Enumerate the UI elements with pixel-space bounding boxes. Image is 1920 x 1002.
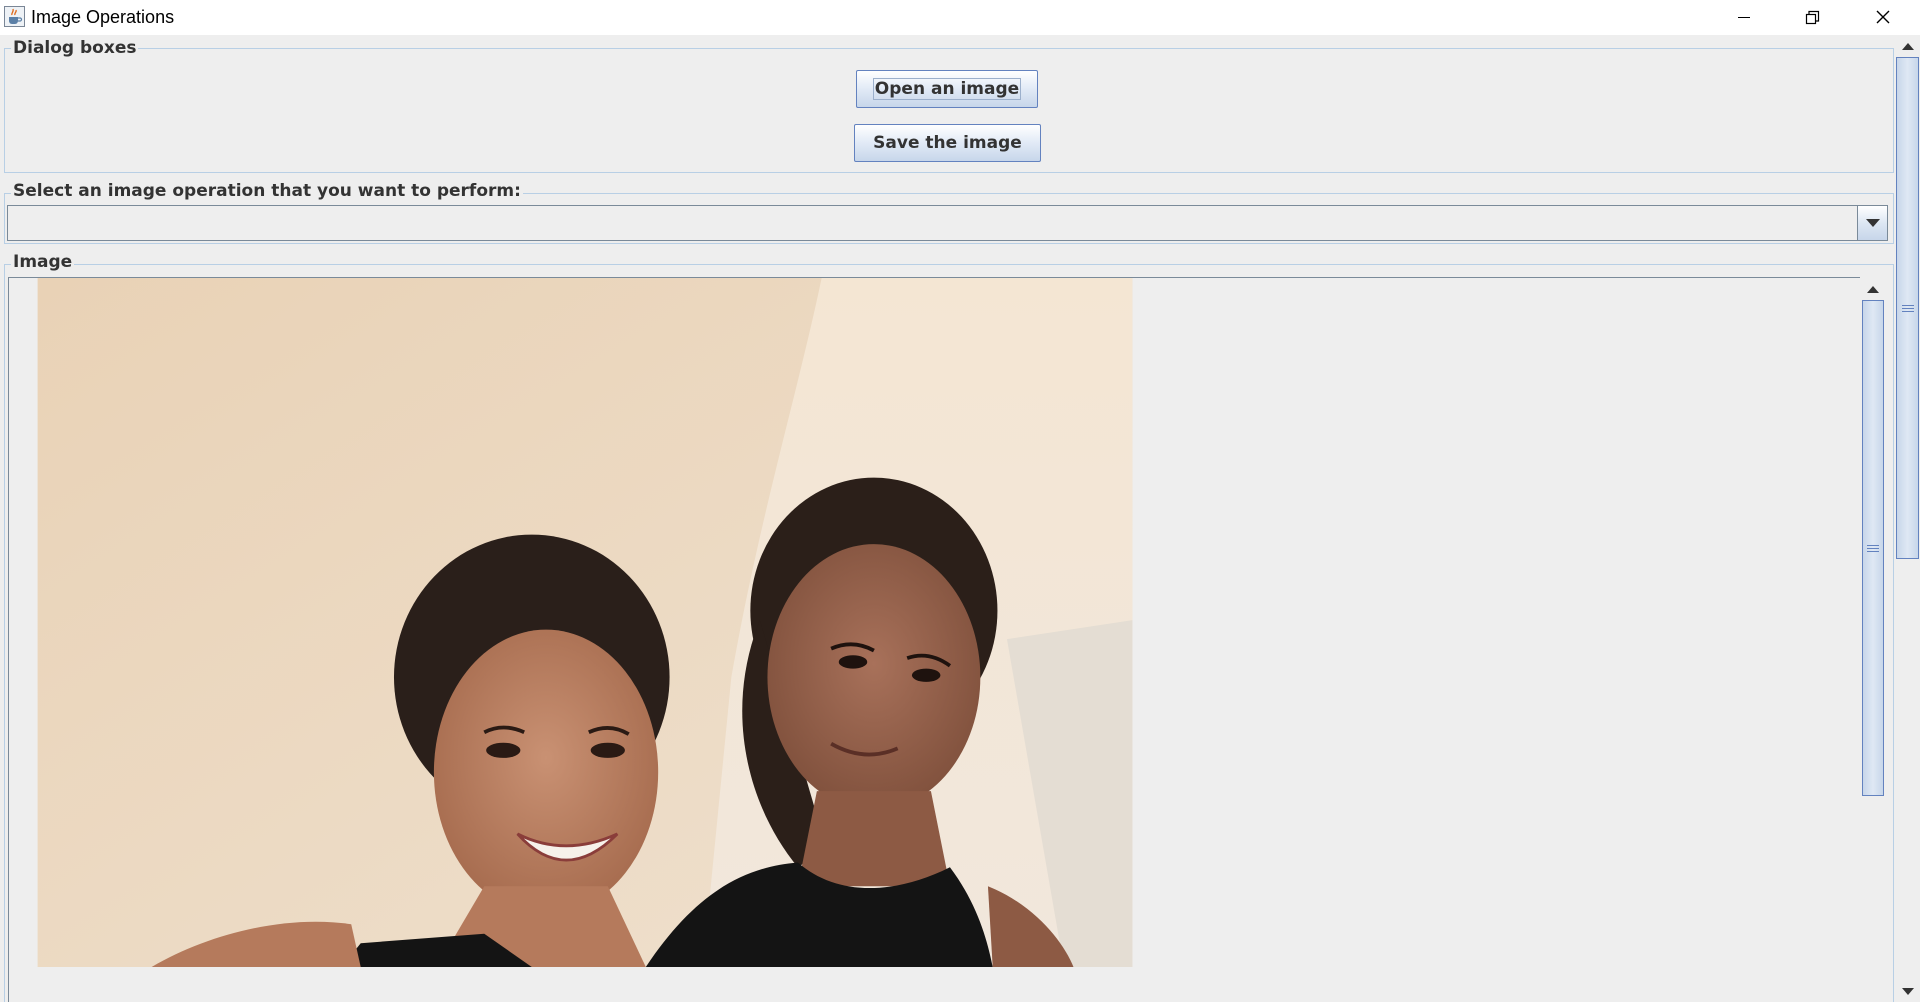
dropdown-button[interactable] <box>1857 206 1887 240</box>
window-vertical-scrollbar[interactable] <box>1895 35 1920 1002</box>
minimize-button[interactable] <box>1709 0 1779 34</box>
photo-image <box>37 278 1133 967</box>
save-image-label: Save the image <box>873 133 1022 153</box>
grip-icon <box>1867 544 1879 552</box>
outer-scroll-up-button[interactable] <box>1895 35 1920 57</box>
client-area: Dialog boxes Open an image Save the imag… <box>0 35 1920 1002</box>
restore-icon <box>1805 10 1820 25</box>
chevron-down-icon <box>1865 219 1880 227</box>
title-bar: Image Operations <box>0 0 1920 36</box>
close-icon <box>1876 10 1890 24</box>
scroll-up-button[interactable] <box>1861 278 1885 300</box>
open-image-label: Open an image <box>872 78 1022 100</box>
save-image-button[interactable]: Save the image <box>854 124 1041 162</box>
arrow-down-icon <box>1901 987 1914 995</box>
content-panel: Dialog boxes Open an image Save the imag… <box>0 35 1895 1002</box>
close-button[interactable] <box>1848 0 1918 34</box>
dialog-boxes-title: Dialog boxes <box>11 38 139 58</box>
image-vertical-scrollbar[interactable] <box>1861 278 1885 1002</box>
image-viewport <box>8 277 1860 1002</box>
scroll-thumb[interactable] <box>1862 300 1884 796</box>
operation-prompt: Select an image operation that you want … <box>11 181 523 201</box>
image-panel-title: Image <box>11 252 75 272</box>
java-cup-icon[interactable] <box>4 6 25 27</box>
outer-scroll-thumb[interactable] <box>1896 57 1919 559</box>
open-image-button[interactable]: Open an image <box>856 70 1038 108</box>
window-title: Image Operations <box>31 7 175 27</box>
outer-scroll-down-button[interactable] <box>1895 980 1920 1002</box>
restore-button[interactable] <box>1777 0 1847 34</box>
arrow-up-icon <box>1901 42 1914 50</box>
operation-select[interactable] <box>7 205 1888 241</box>
minimize-icon <box>1738 17 1750 18</box>
arrow-up-icon <box>1867 285 1879 293</box>
grip-icon <box>1901 304 1914 312</box>
